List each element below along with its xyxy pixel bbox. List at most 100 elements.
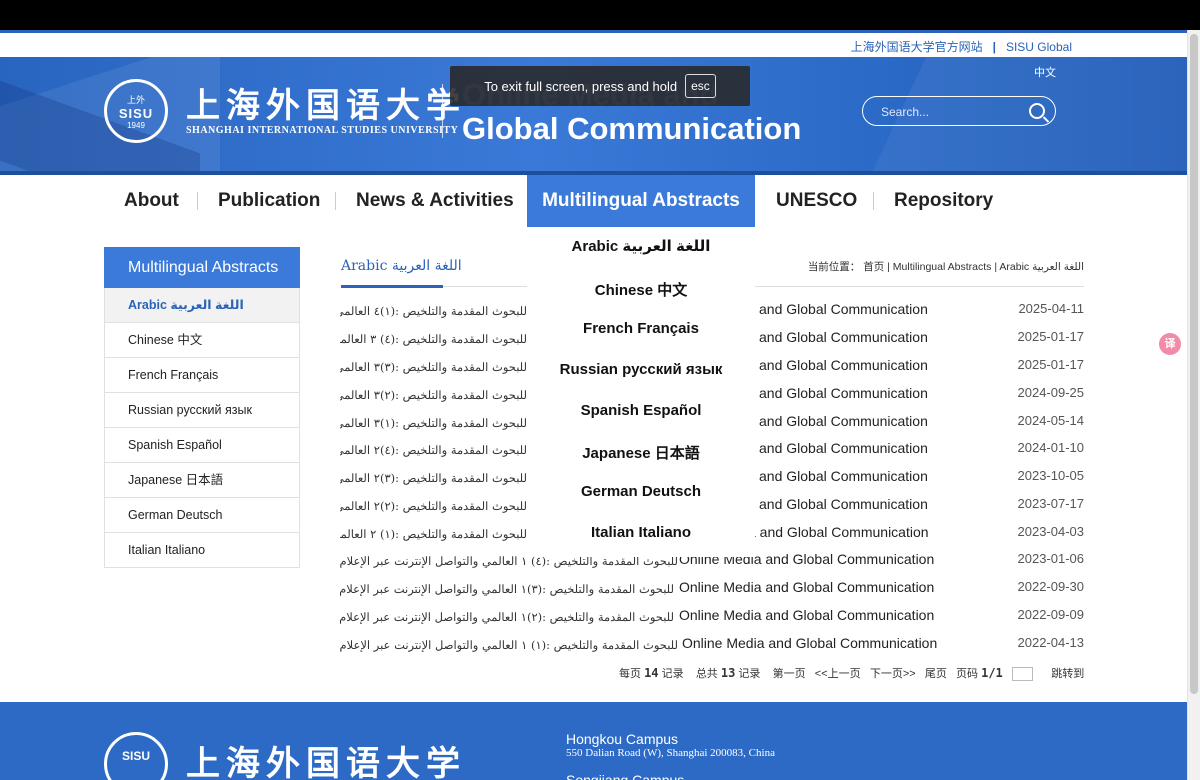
article-title-english[interactable]: a and Global Communication bbox=[748, 524, 929, 540]
article-date: 2022-09-30 bbox=[1017, 579, 1085, 594]
search-icon[interactable] bbox=[1029, 103, 1045, 119]
article-row[interactable]: للبحوث المقدمة والتلخيص :(٢)١ العالمي وا… bbox=[340, 607, 1084, 629]
top-accent-line bbox=[0, 30, 1188, 33]
search-input[interactable] bbox=[879, 103, 1023, 121]
sidebar-item-italian[interactable]: Italian Italiano bbox=[104, 533, 300, 568]
site-title-line2: Global Communication bbox=[462, 111, 802, 146]
article-title-english[interactable]: Online Media and Global Communication bbox=[679, 579, 934, 595]
nav-repository[interactable]: Repository bbox=[894, 175, 993, 227]
dropdown-item-japanese[interactable]: Japanese 日本語 bbox=[527, 442, 755, 463]
dropdown-item-russian[interactable]: Russian русский язык bbox=[527, 361, 755, 378]
article-title-english[interactable]: and Global Communication bbox=[759, 440, 928, 456]
footer-campus-address: 550 Dalian Road (W), Shanghai 200083, Ch… bbox=[566, 747, 775, 759]
article-date: 2023-04-03 bbox=[1017, 524, 1085, 539]
sidebar-item-russian[interactable]: Russian русский язык bbox=[104, 393, 300, 428]
article-title-english[interactable]: and Global Communication bbox=[759, 468, 928, 484]
pager-records-label: 记录 bbox=[738, 668, 761, 680]
pager-per-page-label: 每页 bbox=[619, 668, 641, 680]
official-site-link[interactable]: 上海外国语大学官方网站 bbox=[851, 38, 983, 55]
nav-news-activities[interactable]: News & Activities bbox=[356, 175, 514, 227]
article-row[interactable]: للبحوث المقدمة والتلخيص :(١) ١ العالمي و… bbox=[340, 635, 1084, 657]
pager-records-label: 记录 bbox=[661, 668, 684, 680]
article-row[interactable]: للبحوث المقدمة والتلخيص :(٣)١ العالمي وا… bbox=[340, 579, 1084, 601]
pager-goto-input[interactable] bbox=[1011, 667, 1033, 682]
article-title-arabic[interactable]: للبحوث المقدمة والتلخيص :(٤) ٣ العالمي ل bbox=[340, 332, 527, 346]
search-box bbox=[862, 96, 1056, 126]
article-title-english[interactable]: and Global Communication bbox=[759, 301, 928, 317]
nav-separator bbox=[197, 192, 198, 210]
nav-separator bbox=[873, 192, 874, 210]
article-title-arabic[interactable]: للبحوث المقدمة والتلخيص :(٢)٣ العالمي ل bbox=[340, 388, 527, 402]
section-divider-accent bbox=[341, 285, 443, 288]
footer-campus-name: Hongkou Campus bbox=[566, 731, 679, 747]
pager-total-value: 13 bbox=[720, 666, 736, 680]
logo-english-name: SHANGHAI INTERNATIONAL STUDIES UNIVERSIT… bbox=[186, 124, 459, 136]
dropdown-item-spanish[interactable]: Spanish Español bbox=[527, 402, 755, 419]
article-title-english[interactable]: Online Media and Global Communication bbox=[679, 607, 934, 623]
article-title-arabic[interactable]: للبحوث المقدمة والتلخيص :(٤)٢ العالمي ل bbox=[340, 443, 527, 457]
article-title-english[interactable]: and Global Communication bbox=[759, 496, 928, 512]
article-title-arabic[interactable]: للبحوث المقدمة والتلخيص :(١)٣ العالمي ل bbox=[340, 416, 527, 430]
sidebar-title: Multilingual Abstracts bbox=[104, 247, 300, 288]
language-switch-chinese[interactable]: 中文 bbox=[1034, 64, 1056, 80]
nav-publication[interactable]: Publication bbox=[218, 175, 320, 227]
dropdown-item-arabic[interactable]: Arabic اللغة العربية bbox=[527, 237, 755, 255]
pager-goto-button[interactable]: 跳转到 bbox=[1051, 668, 1084, 680]
nav-about[interactable]: About bbox=[124, 175, 179, 227]
article-title-arabic[interactable]: للبحوث المقدمة والتلخيص :(٣)٢ العالمي ل bbox=[340, 471, 527, 485]
sidebar-item-spanish[interactable]: Spanish Español bbox=[104, 428, 300, 463]
sidebar-item-chinese[interactable]: Chinese 中文 bbox=[104, 323, 300, 358]
article-title-english[interactable]: and Global Communication bbox=[759, 329, 928, 345]
article-date: 2025-01-17 bbox=[1017, 357, 1085, 372]
article-title-arabic[interactable]: للبحوث المقدمة والتلخيص :(٢)١ العالمي وا… bbox=[340, 610, 674, 624]
footer: SISU 上海外国语大学 Hongkou Campus 550 Dalian R… bbox=[0, 702, 1188, 780]
nav-multilingual-abstracts[interactable]: Multilingual Abstracts bbox=[527, 175, 755, 227]
page-scrollbar-thumb[interactable] bbox=[1190, 34, 1198, 694]
article-date: 2022-04-13 bbox=[1017, 635, 1085, 650]
article-title-arabic[interactable]: للبحوث المقدمة والتلخيص :(٣)٣ العالمي ل bbox=[340, 360, 527, 374]
nav-separator bbox=[335, 192, 336, 210]
university-logo[interactable]: 上外 SISU 1949 上海外国语大学 SHANGHAI INTERNATIO… bbox=[104, 79, 466, 143]
sidebar-item-japanese[interactable]: Japanese 日本語 bbox=[104, 463, 300, 498]
dropdown-item-italian[interactable]: Italian Italiano bbox=[527, 524, 755, 541]
logo-divider bbox=[442, 84, 443, 138]
article-title-english[interactable]: Online Media and Global Communication bbox=[682, 635, 937, 651]
article-date: 2023-10-05 bbox=[1017, 468, 1085, 483]
pager-first-button[interactable]: 第一页 bbox=[773, 668, 806, 680]
pager-last-button[interactable]: 尾页 bbox=[925, 668, 947, 680]
article-title-english[interactable]: and Global Communication bbox=[759, 357, 928, 373]
sidebar: Multilingual Abstracts Arabic اللغة العر… bbox=[104, 247, 300, 568]
main-navigation: About Publication News & Activities Mult… bbox=[0, 175, 1188, 227]
pagination: 每页 14 记录 总共 13 记录 第一页 <<上一页 下一页>> 尾页 页码 … bbox=[619, 665, 1084, 682]
university-seal-icon: 上外 SISU 1949 bbox=[104, 79, 168, 143]
multilingual-dropdown-menu: Arabic اللغة العربية Chinese 中文 French F… bbox=[527, 227, 755, 557]
esc-key-badge: esc bbox=[685, 74, 716, 98]
dropdown-item-german[interactable]: German Deutsch bbox=[527, 483, 755, 500]
article-date: 2025-04-11 bbox=[1018, 301, 1084, 316]
article-title-arabic[interactable]: للبحوث المقدمة والتلخيص :(١) ٢ العالمي ل bbox=[340, 527, 527, 541]
sidebar-item-german[interactable]: German Deutsch bbox=[104, 498, 300, 533]
article-title-english[interactable]: and Global Communication bbox=[759, 413, 928, 429]
translate-icon[interactable]: 译 bbox=[1159, 333, 1181, 355]
browser-top-bar bbox=[0, 0, 1200, 30]
article-date: 2024-09-25 bbox=[1017, 385, 1085, 400]
sisu-global-link[interactable]: SISU Global bbox=[1006, 40, 1072, 54]
pager-per-page-value: 14 bbox=[644, 666, 659, 680]
dropdown-item-chinese[interactable]: Chinese 中文 bbox=[527, 279, 755, 300]
article-date: 2025-01-17 bbox=[1017, 329, 1085, 344]
toast-message: To exit full screen, press and hold bbox=[484, 78, 678, 94]
article-title-arabic[interactable]: للبحوث المقدمة والتلخيص :(١)٤ العالمي ل bbox=[340, 304, 527, 318]
article-title-arabic[interactable]: للبحوث المقدمة والتلخيص :(٣)١ العالمي وا… bbox=[340, 582, 674, 596]
pager-total-label: 总共 bbox=[695, 668, 718, 680]
sidebar-item-french[interactable]: French Français bbox=[104, 358, 300, 393]
nav-unesco[interactable]: UNESCO bbox=[776, 175, 857, 227]
article-title-english[interactable]: and Global Communication bbox=[759, 385, 928, 401]
sidebar-item-arabic[interactable]: Arabic اللغة العربية bbox=[104, 288, 300, 323]
dropdown-item-french[interactable]: French Français bbox=[527, 320, 755, 337]
pager-next-button[interactable]: 下一页>> bbox=[870, 668, 916, 680]
top-links: 上海外国语大学官方网站 | SISU Global bbox=[851, 38, 1072, 55]
article-title-arabic[interactable]: للبحوث المقدمة والتلخيص :(١) ١ العالمي و… bbox=[340, 638, 678, 652]
pager-page-label: 页码 bbox=[956, 668, 979, 680]
article-title-arabic[interactable]: للبحوث المقدمة والتلخيص :(٢)٢ العالمي ل bbox=[340, 499, 527, 513]
pager-prev-button[interactable]: <<上一页 bbox=[815, 668, 861, 680]
